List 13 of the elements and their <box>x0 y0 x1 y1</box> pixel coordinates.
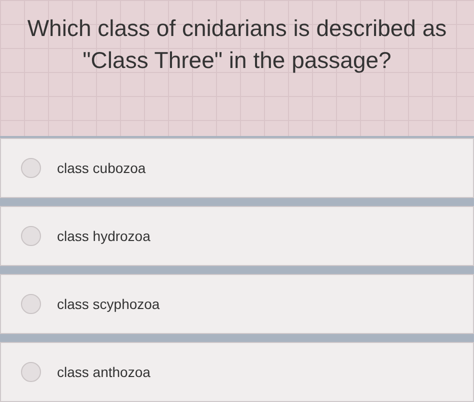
answer-option[interactable]: class cubozoa <box>0 138 474 198</box>
option-label: class scyphozoa <box>57 294 160 314</box>
radio-button[interactable] <box>21 158 41 178</box>
option-label: class cubozoa <box>57 158 146 178</box>
option-label: class anthozoa <box>57 362 150 382</box>
radio-button[interactable] <box>21 294 41 314</box>
question-text: Which class of cnidarians is described as "Class Three" in the passage? <box>26 14 448 75</box>
answer-option[interactable]: class scyphozoa <box>0 274 474 334</box>
answer-option[interactable]: class hydrozoa <box>0 206 474 266</box>
option-label: class hydrozoa <box>57 226 150 246</box>
radio-button[interactable] <box>21 362 41 382</box>
answer-option[interactable]: class anthozoa <box>0 342 474 402</box>
radio-button[interactable] <box>21 226 41 246</box>
